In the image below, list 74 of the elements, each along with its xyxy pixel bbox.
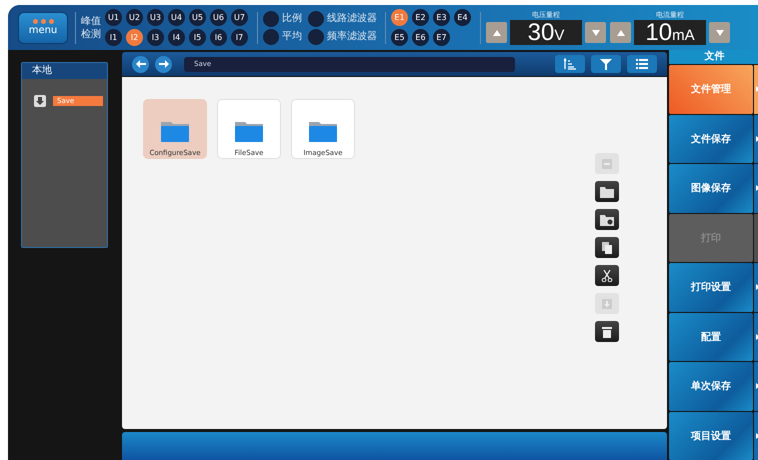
channel-button[interactable]: U2 [126, 9, 143, 26]
toggle-label: 线路滤波器 [327, 12, 377, 25]
folder-icon [600, 186, 614, 198]
decrease-button[interactable] [709, 22, 730, 43]
channel-button[interactable]: E2 [412, 9, 429, 26]
folder-icon [309, 120, 337, 142]
forward-button[interactable] [155, 56, 172, 72]
toggle-button[interactable] [308, 28, 324, 44]
trash-icon [600, 326, 614, 338]
channel-button[interactable]: I4 [168, 29, 185, 46]
channel-button[interactable]: I5 [189, 29, 206, 46]
sidebar-title: 本地 [22, 63, 107, 79]
filter-icon [600, 58, 612, 70]
triangle-down-icon [716, 30, 724, 36]
action-button[interactable] [595, 181, 619, 202]
action-button[interactable] [595, 265, 619, 286]
peak-detect-label: 检测 [81, 28, 101, 40]
triangle-up-icon [616, 30, 624, 36]
back-button[interactable] [132, 56, 149, 72]
toggle-label: 平均 [282, 30, 302, 43]
scissors-icon [600, 270, 614, 282]
list-view-button[interactable] [627, 55, 657, 73]
toggle-button[interactable] [263, 28, 279, 44]
channel-button[interactable]: E5 [391, 29, 408, 46]
channel-button[interactable]: E4 [454, 9, 471, 26]
folder-edit-icon [600, 214, 614, 226]
menu-item[interactable]: 打印设置 [669, 263, 753, 312]
action-button[interactable] [595, 209, 619, 230]
channel-button[interactable]: U4 [168, 9, 185, 26]
peak-detect-label: 峰值 [81, 14, 101, 28]
right-arrow-icon [158, 60, 168, 68]
range-value: 10mA [634, 20, 706, 45]
channel-button[interactable]: U1 [105, 9, 122, 26]
toggle-label: 比例 [282, 12, 302, 25]
menu-item[interactable]: 单次保存 [669, 362, 753, 410]
menu-title: 文件 [669, 50, 758, 64]
sort-icon [564, 58, 576, 70]
channel-button[interactable]: E7 [433, 29, 450, 46]
menu-item[interactable]: 配置 [669, 312, 753, 361]
toggle-button[interactable] [263, 10, 279, 26]
folder-icon [235, 120, 263, 142]
channel-button[interactable]: I3 [147, 29, 164, 46]
increase-button[interactable] [610, 22, 631, 43]
menu-item[interactable]: 图像保存 [669, 164, 753, 212]
channel-button[interactable]: E3 [433, 9, 450, 26]
menu-item[interactable]: 项目设置 [669, 412, 753, 460]
menu-button[interactable]: menu [19, 12, 67, 42]
dots-icon [32, 19, 54, 24]
channel-button[interactable]: I7 [231, 29, 248, 46]
copy-icon [600, 242, 614, 254]
list-icon [636, 58, 648, 70]
menu-item[interactable]: 文件保存 [669, 114, 753, 163]
download-icon [600, 298, 614, 310]
left-arrow-icon [136, 60, 146, 68]
folder-icon [161, 120, 189, 142]
action-button[interactable] [595, 237, 619, 258]
channel-button[interactable]: U7 [231, 9, 248, 26]
channel-button[interactable]: U6 [210, 9, 227, 26]
channel-button[interactable]: U5 [189, 9, 206, 26]
download-icon [34, 95, 46, 107]
toggle-button[interactable] [308, 10, 324, 26]
sort-button[interactable] [555, 55, 585, 73]
channel-button[interactable]: I6 [210, 29, 227, 46]
increase-button[interactable] [486, 22, 507, 43]
filter-button[interactable] [591, 55, 621, 73]
action-button[interactable] [595, 321, 619, 342]
decrease-button[interactable] [585, 22, 606, 43]
channel-button[interactable]: U3 [147, 9, 164, 26]
triangle-up-icon [492, 30, 500, 36]
range-value: 30V [510, 20, 582, 45]
triangle-down-icon [592, 30, 600, 36]
channel-button[interactable]: E6 [412, 29, 429, 46]
toggle-label: 频率滤波器 [327, 30, 377, 43]
channel-button[interactable]: I1 [105, 29, 122, 46]
